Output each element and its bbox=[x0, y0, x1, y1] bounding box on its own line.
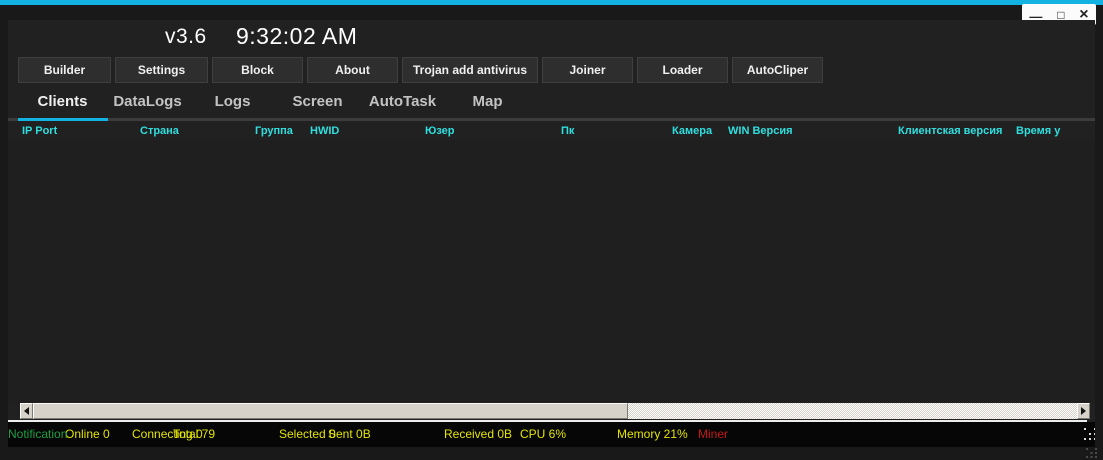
toolbar-button-about[interactable]: About bbox=[307, 57, 398, 83]
horizontal-scrollbar[interactable] bbox=[20, 403, 1090, 419]
scrollbar-track[interactable] bbox=[628, 403, 1077, 419]
tab-clients[interactable]: Clients bbox=[20, 89, 105, 115]
status-sent: Sent 0B bbox=[328, 427, 371, 441]
tab-autotask[interactable]: AutoTask bbox=[360, 89, 445, 115]
toolbar-button-loader[interactable]: Loader bbox=[637, 57, 728, 83]
status-online: Online 0 bbox=[65, 427, 110, 441]
status-received: Received 0B bbox=[444, 427, 513, 441]
status-notification: Notification bbox=[8, 427, 68, 441]
maximize-icon[interactable]: □ bbox=[1057, 9, 1064, 21]
column-header-юзер[interactable]: Юзер bbox=[425, 123, 561, 140]
tab-map[interactable]: Map bbox=[445, 89, 530, 115]
clients-table-body bbox=[8, 140, 1095, 403]
scroll-left-arrow-icon bbox=[20, 407, 29, 415]
column-header-камера[interactable]: Камера bbox=[672, 123, 728, 140]
resize-grip-icon[interactable] bbox=[1084, 428, 1086, 430]
scroll-right-arrow-icon bbox=[1081, 407, 1090, 415]
toolbar-button-joiner[interactable]: Joiner bbox=[542, 57, 633, 83]
tab-datalogs[interactable]: DataLogs bbox=[105, 89, 190, 115]
app-version: v3.6 bbox=[165, 25, 207, 48]
toolbar-button-trojan-add-antivirus[interactable]: Trojan add antivirus bbox=[402, 57, 538, 83]
clients-table-header: IP Port Страна Группа HWID Юзер Пк Камера WIN В… bbox=[8, 123, 1095, 140]
scrollbar-thumb[interactable] bbox=[33, 403, 628, 419]
clock: 9:32:02 AM bbox=[236, 23, 358, 49]
status-cpu: CPU 6% bbox=[520, 427, 567, 441]
status-memory: Memory 21% bbox=[617, 427, 688, 441]
status-total: Total 79 bbox=[173, 427, 216, 441]
column-header-время-у[interactable]: Время у bbox=[1016, 123, 1095, 140]
scroll-right-button[interactable] bbox=[1077, 403, 1090, 419]
toolbar: Builder Settings Block About Trojan add anti… bbox=[18, 57, 823, 83]
toolbar-button-settings[interactable]: Settings bbox=[115, 57, 208, 83]
tab-screen[interactable]: Screen bbox=[275, 89, 360, 115]
toolbar-button-autocliper[interactable]: AutoCliper bbox=[732, 57, 823, 83]
column-header-пк[interactable]: Пк bbox=[561, 123, 672, 140]
toolbar-button-block[interactable]: Block bbox=[212, 57, 303, 83]
column-header-клиентская-версия[interactable]: Клиентская версия bbox=[898, 123, 1016, 140]
window-top-accent-strip bbox=[0, 0, 1103, 5]
column-header-страна[interactable]: Страна bbox=[140, 123, 255, 140]
column-header-группа[interactable]: Группа bbox=[255, 123, 310, 140]
status-bar: Online 0 Connecting 0 Total 79 Selected 0 Se… bbox=[8, 422, 1095, 447]
toolbar-button-builder[interactable]: Builder bbox=[18, 57, 111, 83]
status-miner: Miner bbox=[698, 427, 729, 441]
column-header-win-версия[interactable]: WIN Версия bbox=[728, 123, 898, 140]
scroll-left-button[interactable] bbox=[20, 403, 33, 419]
tab-bar: Clients DataLogs Logs Screen AutoTask Map bbox=[20, 89, 530, 115]
tab-divider bbox=[8, 118, 1095, 121]
outer-resize-grip-icon[interactable] bbox=[1086, 448, 1088, 450]
column-header-ip-port[interactable]: IP Port bbox=[22, 123, 140, 140]
main-window: v3.6 9:32:02 AM Builder Settings Block Abou… bbox=[8, 20, 1095, 447]
active-tab-underline bbox=[18, 118, 108, 121]
column-header-hwid[interactable]: HWID bbox=[310, 123, 425, 140]
tab-logs[interactable]: Logs bbox=[190, 89, 275, 115]
